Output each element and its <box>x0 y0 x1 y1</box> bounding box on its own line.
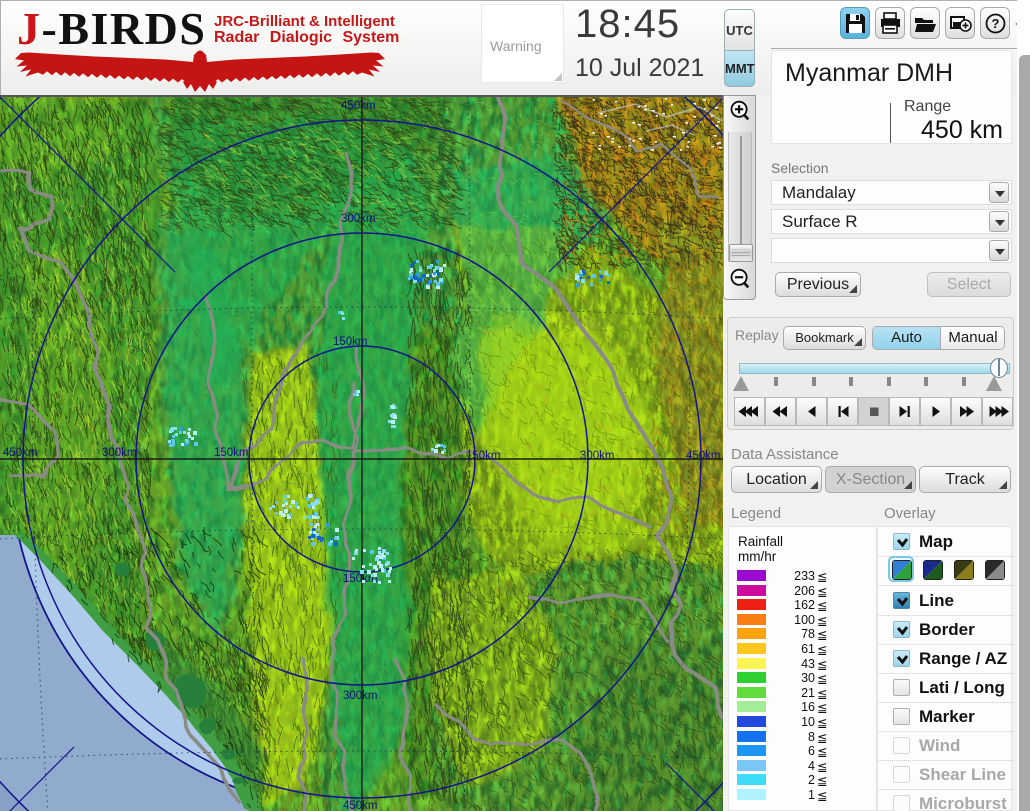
svg-text:300km: 300km <box>102 447 137 459</box>
svg-text:?: ? <box>992 16 1000 31</box>
svg-text:450km: 450km <box>3 447 38 459</box>
svg-text:300km: 300km <box>343 690 378 702</box>
svg-text:150km: 150km <box>333 336 368 348</box>
svg-text:300km: 300km <box>341 213 376 225</box>
svg-text:450km: 450km <box>341 100 376 112</box>
svg-text:300km: 300km <box>580 450 615 462</box>
svg-text:450km: 450km <box>686 450 721 462</box>
svg-text:150km: 150km <box>466 450 501 462</box>
svg-text:150km: 150km <box>214 447 249 459</box>
svg-text:450km: 450km <box>343 800 378 811</box>
